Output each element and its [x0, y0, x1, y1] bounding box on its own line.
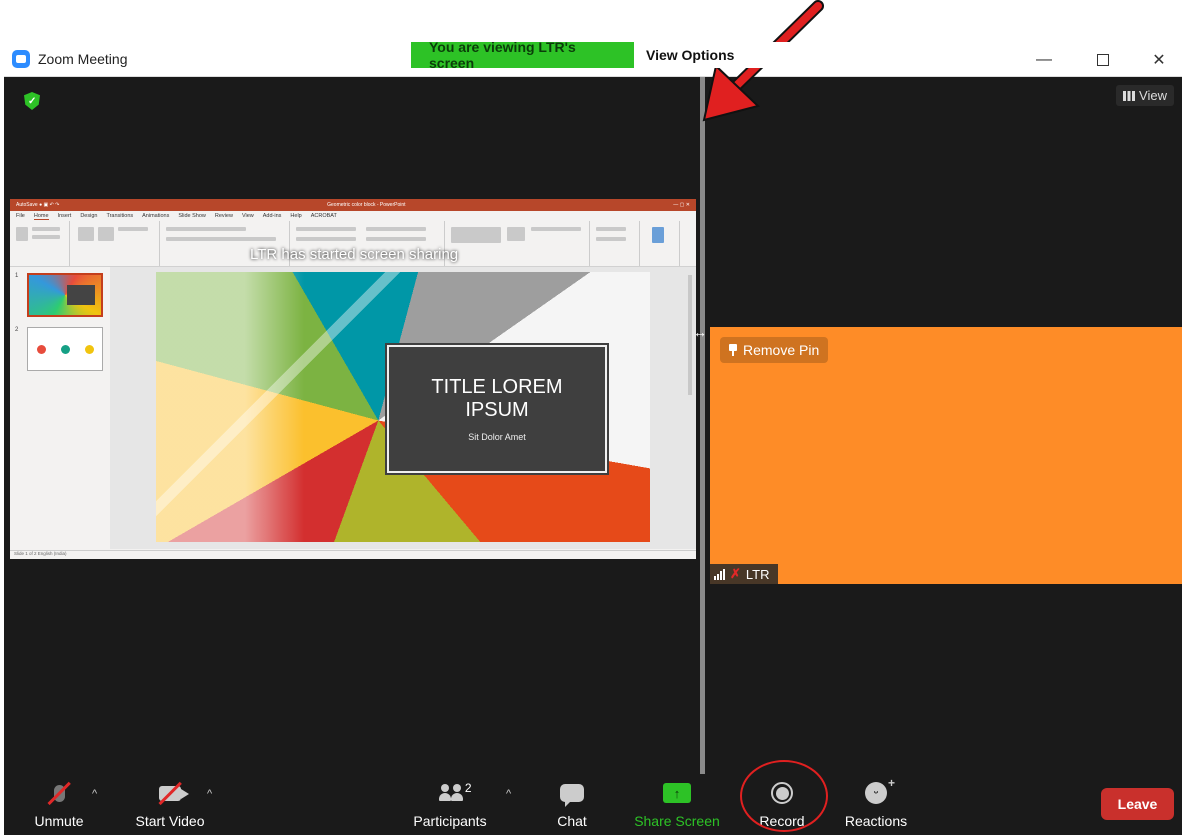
slide-thumbnail-1 [27, 273, 103, 317]
slide-canvas: TITLE LOREM IPSUM Sit Dolor Amet [156, 272, 650, 542]
pin-icon [729, 344, 737, 356]
view-layout-button[interactable]: View [1116, 85, 1174, 106]
chat-icon [560, 779, 584, 807]
ppt-tab: View [241, 213, 254, 219]
ppt-tab: Design [80, 213, 98, 219]
share-screen-button[interactable]: ↑ Share Screen [632, 774, 722, 835]
share-screen-icon: ↑ [663, 779, 691, 807]
video-options-caret-icon[interactable]: ^ [207, 788, 212, 800]
ppt-ribbon-tabs: File Home Insert Design Transitions Anim… [10, 211, 696, 221]
participants-label: Participants [413, 813, 487, 829]
grid-view-icon [1123, 90, 1136, 101]
reactions-smiley-icon: ᵕ + [865, 776, 895, 807]
microphone-muted-icon [47, 779, 71, 807]
minimize-button[interactable]: — [1021, 42, 1067, 77]
ppt-tab: ACROBAT [310, 213, 337, 219]
ppt-editor: 1 2 TITLE LOREM IPSUM Sit Dolor Amet [10, 267, 696, 549]
ribbon-group-slides [70, 221, 160, 266]
ribbon-group-drawing [445, 221, 590, 266]
sharing-started-toast: LTR has started screen sharing [250, 246, 459, 263]
start-video-button[interactable]: Start Video [128, 774, 212, 835]
ppt-tab: Transitions [106, 213, 134, 219]
participant-video-tile[interactable]: Remove Pin ✗ LTR [710, 327, 1182, 584]
participants-icon: 2 [438, 779, 472, 807]
resize-arrows-icon: ↔ [693, 324, 707, 340]
unmute-button[interactable]: Unmute [28, 774, 90, 835]
leave-meeting-button[interactable]: Leave [1101, 788, 1174, 820]
window-title: Zoom Meeting [38, 51, 128, 67]
ppt-title-bar: AutoSave ● ▣ ↶ ↷ Geometric color block -… [10, 199, 696, 211]
ppt-tab: File [16, 213, 25, 219]
participant-name-tag: ✗ LTR [710, 564, 778, 584]
chat-button[interactable]: Chat [547, 774, 597, 835]
ribbon-group-editing [590, 221, 640, 266]
ppt-tab: Review [214, 213, 233, 219]
unmute-label: Unmute [34, 813, 84, 829]
viewing-banner: You are viewing LTR's screen View Option… [411, 39, 794, 71]
ppt-app-title: Geometric color block - PowerPoint [327, 202, 406, 208]
audio-options-caret-icon[interactable]: ^ [92, 788, 97, 800]
ppt-tab: Add-ins [262, 213, 282, 219]
view-label: View [1139, 88, 1167, 103]
viewing-status: You are viewing LTR's screen [411, 39, 634, 71]
ppt-tab: Help [290, 213, 302, 219]
reactions-label: Reactions [844, 813, 908, 829]
ribbon-group-clipboard [10, 221, 70, 266]
video-off-icon [158, 779, 189, 807]
record-icon [771, 779, 793, 807]
ppt-tab: Slide Show [178, 213, 206, 219]
participant-name: LTR [745, 566, 770, 582]
chat-label: Chat [557, 813, 587, 829]
share-screen-label: Share Screen [634, 813, 720, 829]
signal-strength-icon [714, 568, 725, 580]
remove-pin-button[interactable]: Remove Pin [720, 337, 829, 363]
screenshot-root: Zoom Meeting — ✕ You are viewing LTR's s… [0, 0, 1182, 835]
ppt-autosave: AutoSave ● ▣ ↶ ↷ [16, 202, 60, 208]
record-button[interactable]: Record [752, 774, 812, 835]
record-label: Record [759, 813, 805, 829]
ppt-scrollbar [688, 275, 692, 395]
slide-thumbnail-2 [27, 327, 103, 371]
ppt-tab: Animations [142, 213, 170, 219]
security-shield-icon[interactable]: ✓ [24, 92, 40, 110]
slide-title: TITLE LOREM IPSUM [431, 376, 563, 421]
zoom-logo-icon [12, 50, 30, 68]
reactions-button[interactable]: ᵕ + Reactions [840, 774, 912, 835]
participants-options-caret-icon[interactable]: ^ [506, 788, 511, 800]
remove-pin-label: Remove Pin [743, 342, 820, 358]
slide-number: 1 [15, 273, 19, 279]
ribbon-group-voice [640, 221, 680, 266]
view-options-button[interactable]: View Options [634, 42, 794, 68]
start-video-label: Start Video [135, 813, 205, 829]
ppt-status-bar: Slide 1 of 2 English (India) [10, 550, 696, 559]
ppt-tab: Home [33, 212, 49, 220]
maximize-icon [1097, 53, 1109, 66]
slide-title-box: TITLE LOREM IPSUM Sit Dolor Amet [385, 343, 609, 475]
slide-thumbnails: 1 2 [10, 267, 110, 549]
participants-button[interactable]: 2 Participants [404, 774, 496, 835]
slide-number: 2 [15, 327, 19, 333]
ppt-tab: Insert [57, 213, 72, 219]
slide-subtitle: Sit Dolor Amet [468, 432, 526, 442]
muted-mic-icon: ✗ [730, 566, 741, 581]
maximize-button[interactable] [1080, 42, 1126, 77]
meeting-toolbar: Unmute ^ Start Video ^ 2 Participants ^ … [4, 774, 1182, 835]
close-button[interactable]: ✕ [1136, 42, 1182, 77]
participants-count: 2 [464, 781, 472, 795]
ppt-window-controls: — ▢ ✕ [673, 202, 690, 208]
